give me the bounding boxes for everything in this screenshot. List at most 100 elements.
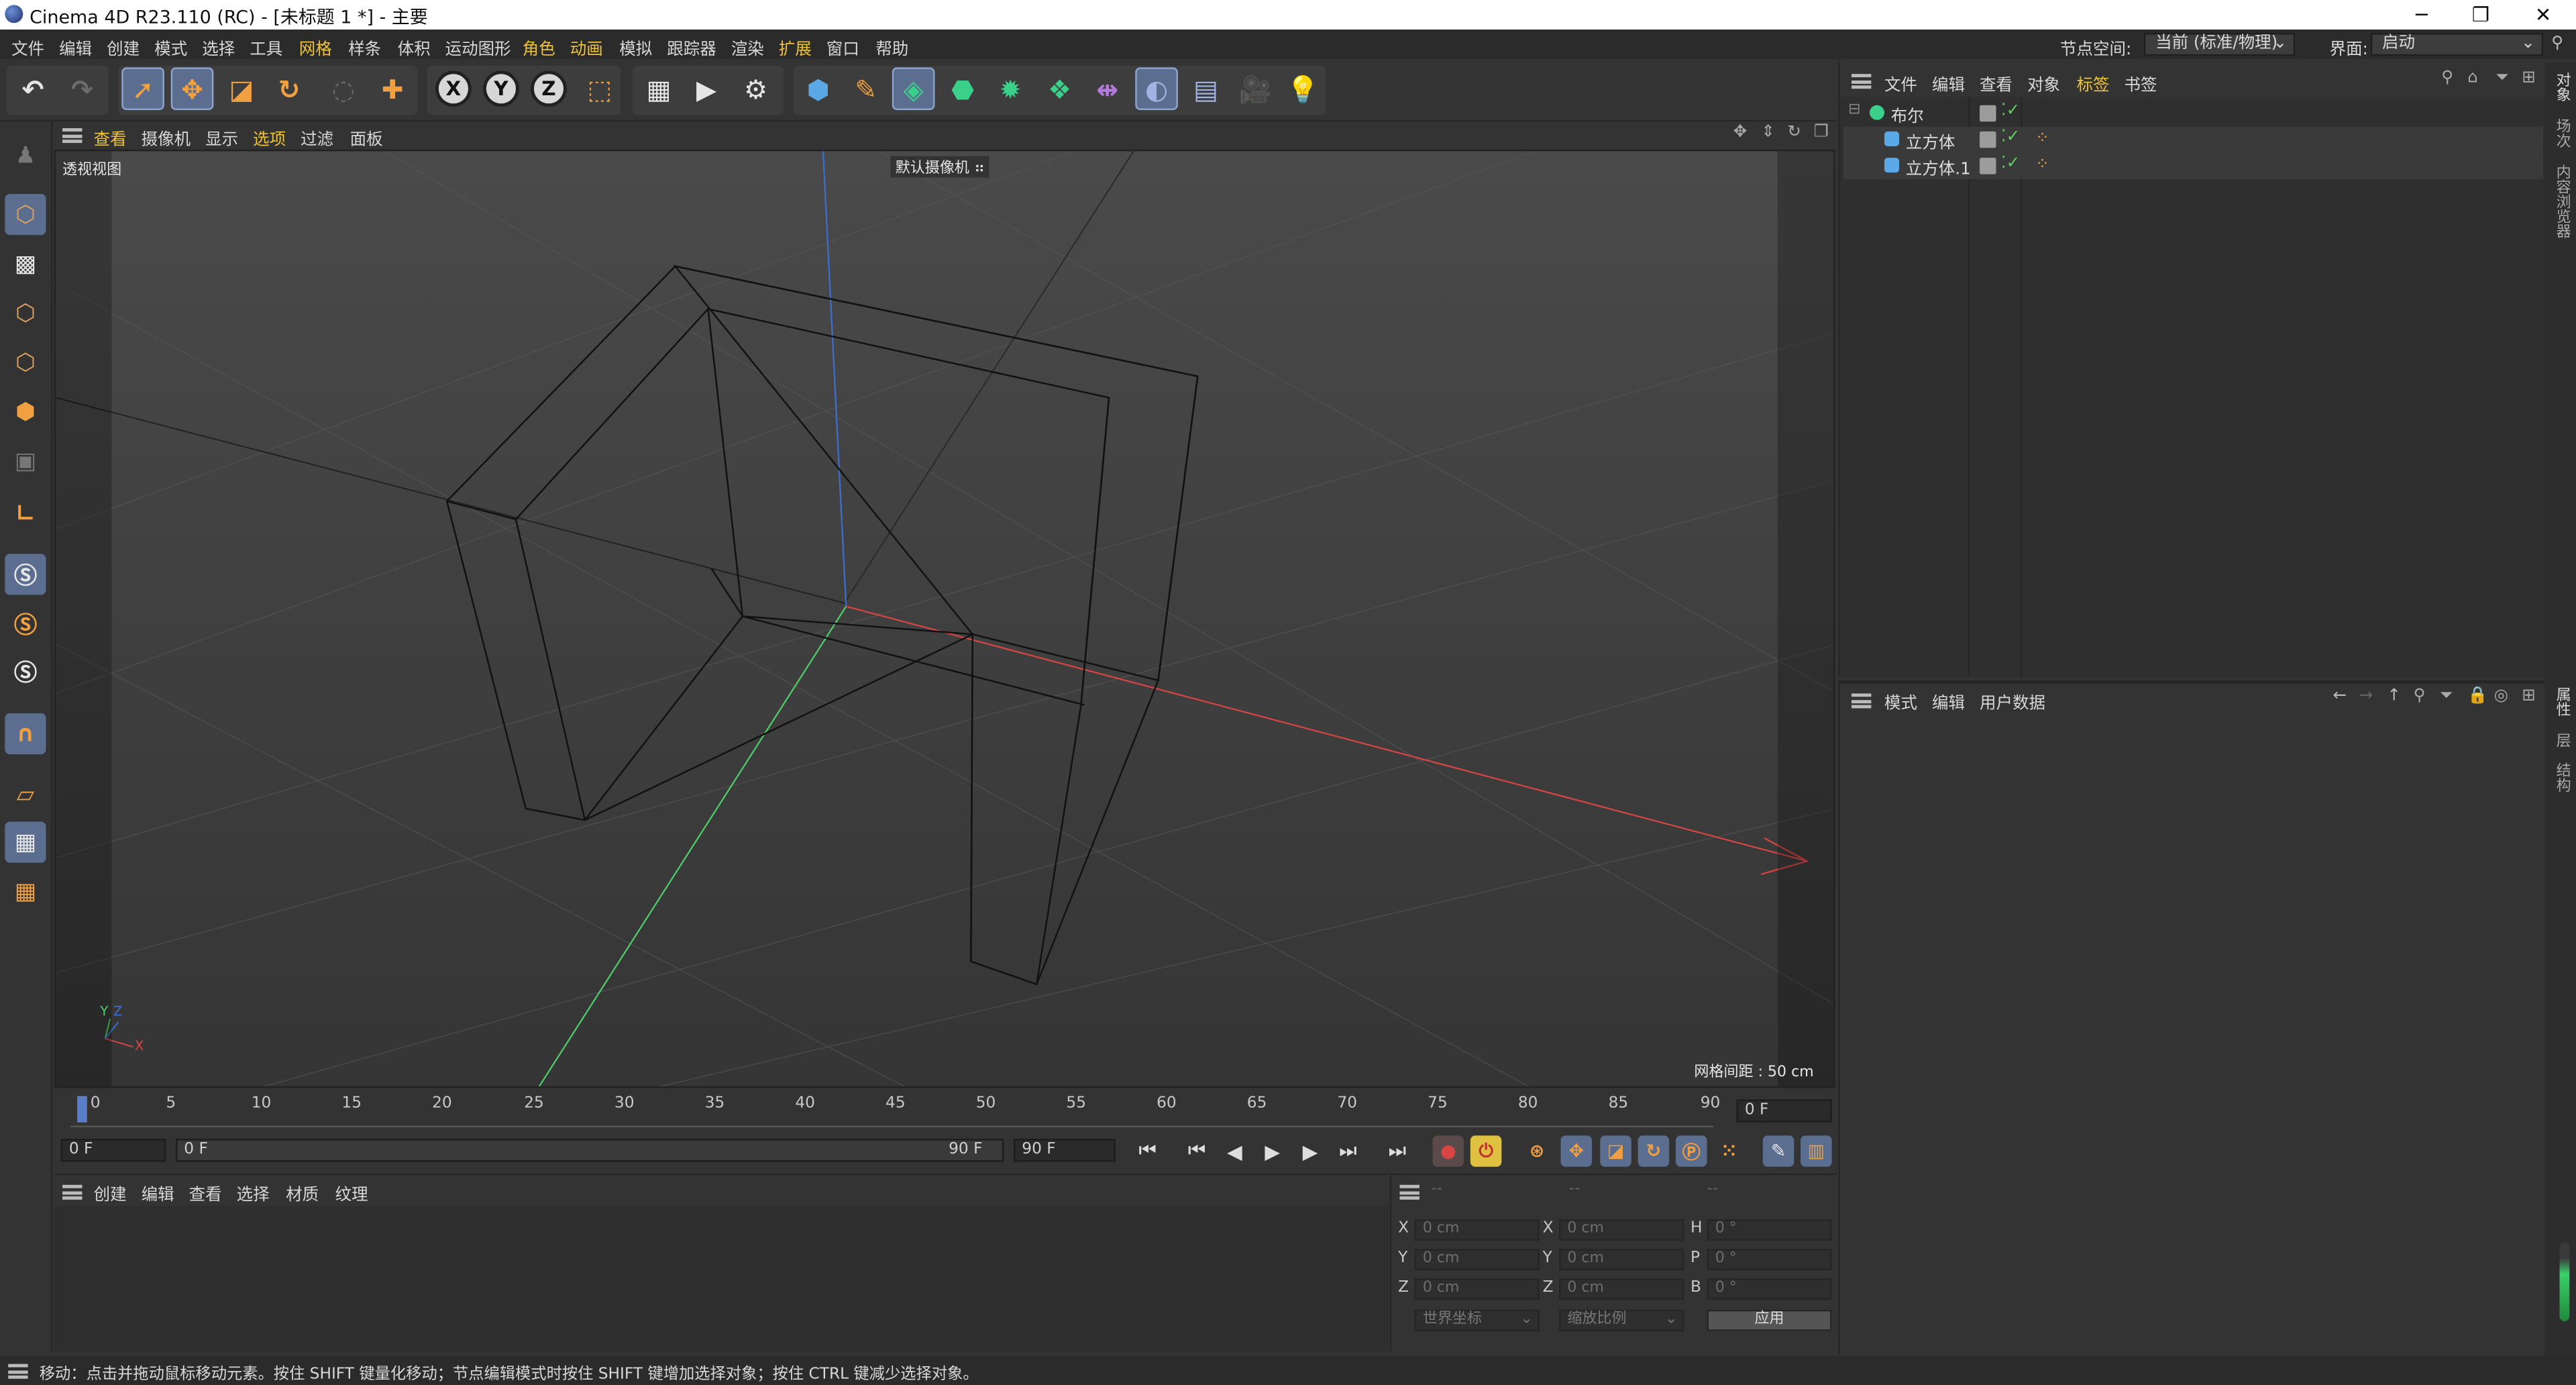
current-frame-field[interactable]: 0 F: [1736, 1099, 1832, 1123]
new-panel-icon[interactable]: ⊞: [2522, 69, 2536, 87]
goto-end-icon[interactable]: ⏭: [1382, 1135, 1413, 1167]
menu-create[interactable]: 创建: [107, 34, 140, 59]
layer-checkbox[interactable]: [1980, 105, 1996, 122]
model-mode-icon[interactable]: ⬡: [5, 193, 46, 236]
search-icon[interactable]: ⚲: [2414, 687, 2426, 705]
menu-render[interactable]: 渲染: [731, 34, 764, 59]
restore-button[interactable]: ❐: [2451, 0, 2510, 30]
keyframe-selection-icon[interactable]: ⊛: [1521, 1135, 1553, 1167]
camera-icon[interactable]: 🎥: [1234, 67, 1277, 110]
phong-tag-icon[interactable]: ⁘: [2035, 130, 2051, 149]
size-y-field[interactable]: 0 cm: [1559, 1249, 1684, 1271]
visibility-dots-icon[interactable]: ⁚✓: [2001, 102, 2020, 120]
scale-mode-dropdown[interactable]: 缩放比例 ⌄: [1559, 1309, 1684, 1331]
up-arrow-icon[interactable]: ↑: [2387, 687, 2401, 705]
new-panel-icon[interactable]: ⊞: [2522, 687, 2536, 705]
filter-icon[interactable]: ⏷: [2496, 69, 2509, 87]
texture-mode-icon[interactable]: ▩: [5, 243, 46, 284]
object-menu-file[interactable]: 文件: [1884, 70, 1917, 95]
locked-workplane-icon[interactable]: ▦: [5, 871, 46, 912]
menu-mograph[interactable]: 运动图形: [445, 34, 511, 59]
viewport-menu-options[interactable]: 选项: [253, 125, 286, 150]
layer-checkbox[interactable]: [1980, 131, 1996, 148]
deformer-icon[interactable]: ⇹: [1086, 67, 1129, 110]
menu-volume[interactable]: 体积: [398, 34, 431, 59]
rotation-p-field[interactable]: 0 °: [1707, 1249, 1832, 1271]
position-z-field[interactable]: 0 cm: [1414, 1278, 1540, 1300]
floor-icon[interactable]: ▤: [1185, 67, 1228, 110]
pen-spline-icon[interactable]: ✎: [845, 67, 888, 110]
key-pla-icon[interactable]: ⁙: [1713, 1135, 1745, 1167]
mograph-array-icon[interactable]: ❖: [1038, 67, 1081, 110]
object-row-cube-1[interactable]: 立方体.1 ⁚✓ ⁘: [1843, 152, 2544, 179]
rotation-h-field[interactable]: 0 °: [1707, 1219, 1832, 1241]
menu-spline[interactable]: 样条: [348, 34, 381, 59]
menu-tools[interactable]: 工具: [250, 34, 282, 59]
attribute-menu-edit[interactable]: 编辑: [1932, 688, 1965, 713]
object-menu-view[interactable]: 查看: [1980, 70, 2012, 95]
menu-window[interactable]: 窗口: [826, 34, 859, 59]
x-axis-lock-icon[interactable]: X: [435, 70, 472, 107]
playhead[interactable]: [77, 1096, 87, 1123]
size-x-field[interactable]: 0 cm: [1559, 1219, 1684, 1241]
coordinate-system-icon[interactable]: ⬚: [578, 67, 621, 110]
material-menu-view[interactable]: 查看: [189, 1180, 222, 1204]
settings-icon[interactable]: ◎: [2494, 687, 2508, 705]
material-menu-icon[interactable]: [62, 1184, 83, 1200]
object-menu-object[interactable]: 对象: [2027, 70, 2060, 95]
object-row-cube[interactable]: 立方体 ⁚✓ ⁘: [1843, 126, 2544, 153]
undo-icon[interactable]: ↶: [11, 67, 54, 110]
side-tab-objects[interactable]: 对象: [2551, 72, 2573, 102]
rotation-b-field[interactable]: 0 °: [1707, 1278, 1832, 1300]
viewport-menu-display[interactable]: 显示: [205, 125, 238, 150]
solo-mode-icon[interactable]: Ⓢ: [5, 554, 46, 595]
goto-start-icon[interactable]: ⏮: [1132, 1135, 1163, 1167]
menu-tracker[interactable]: 跟踪器: [667, 34, 716, 59]
prev-key-icon[interactable]: ⏮: [1181, 1135, 1213, 1167]
minimize-button[interactable]: ─: [2392, 0, 2451, 30]
snap-icon[interactable]: ∩: [5, 713, 46, 755]
lock-icon[interactable]: 🔒: [2467, 687, 2487, 705]
layer-checkbox[interactable]: [1980, 158, 1996, 174]
status-menu-icon[interactable]: [8, 1364, 28, 1379]
object-menu-icon[interactable]: [1851, 74, 1872, 89]
layout-dropdown[interactable]: 启动 ⌄: [2370, 32, 2544, 56]
start-frame-field[interactable]: 0 F: [60, 1139, 166, 1162]
visibility-dots-icon[interactable]: ⁚✓: [2001, 154, 2020, 172]
render-settings-icon[interactable]: ⚙: [735, 67, 777, 110]
cube-object-icon[interactable]: ⬢: [797, 67, 840, 110]
side-tab-attributes[interactable]: 属性: [2551, 687, 2573, 717]
search-icon[interactable]: ⚲: [2551, 34, 2563, 52]
prev-frame-icon[interactable]: ◀: [1219, 1135, 1250, 1167]
coordinates-menu-icon[interactable]: [1399, 1184, 1419, 1200]
edges-mode-icon[interactable]: ⬡: [5, 342, 46, 382]
attribute-menu-mode[interactable]: 模式: [1884, 688, 1917, 713]
rotate-tool-icon[interactable]: ↻: [268, 67, 311, 110]
menu-select[interactable]: 选择: [202, 34, 235, 59]
object-menu-tags[interactable]: 标签: [2077, 70, 2110, 95]
solo-off-icon[interactable]: Ⓢ: [5, 651, 46, 692]
visibility-dots-icon[interactable]: ⁚✓: [2001, 128, 2020, 146]
filter-icon[interactable]: ⏷: [2440, 687, 2453, 705]
grid-workplane-icon[interactable]: ▦: [5, 821, 46, 863]
autokey-icon[interactable]: ⏻: [1470, 1135, 1502, 1167]
material-menu-create[interactable]: 创建: [94, 1180, 127, 1204]
material-menu-select[interactable]: 选择: [237, 1180, 270, 1204]
next-key-icon[interactable]: ⏭: [1332, 1135, 1364, 1167]
menu-file[interactable]: 文件: [11, 34, 44, 59]
object-menu-bookmarks[interactable]: 书签: [2125, 70, 2157, 95]
perspective-viewport[interactable]: 透视视图 默认摄像机 ⠶ 网格间距 : 50 cm Y Z X: [54, 149, 1835, 1088]
timeline-window-icon[interactable]: ▥: [1801, 1135, 1832, 1167]
move-view-icon[interactable]: ✥: [1733, 123, 1748, 142]
size-z-field[interactable]: 0 cm: [1559, 1278, 1684, 1300]
key-rotation-icon[interactable]: ↻: [1638, 1135, 1670, 1167]
render-to-picture-viewer-icon[interactable]: ▶: [685, 67, 728, 110]
subdivision-surface-icon[interactable]: ◈: [892, 67, 935, 111]
menu-simulate[interactable]: 模拟: [619, 34, 652, 59]
z-axis-lock-icon[interactable]: Z: [531, 70, 567, 107]
material-menu-edit[interactable]: 编辑: [142, 1180, 174, 1204]
render-view-icon[interactable]: ▦: [637, 67, 680, 110]
play-icon[interactable]: ▶: [1256, 1135, 1288, 1167]
record-active-icon[interactable]: ●: [1432, 1135, 1464, 1167]
maximize-view-icon[interactable]: ❐: [1814, 123, 1829, 142]
